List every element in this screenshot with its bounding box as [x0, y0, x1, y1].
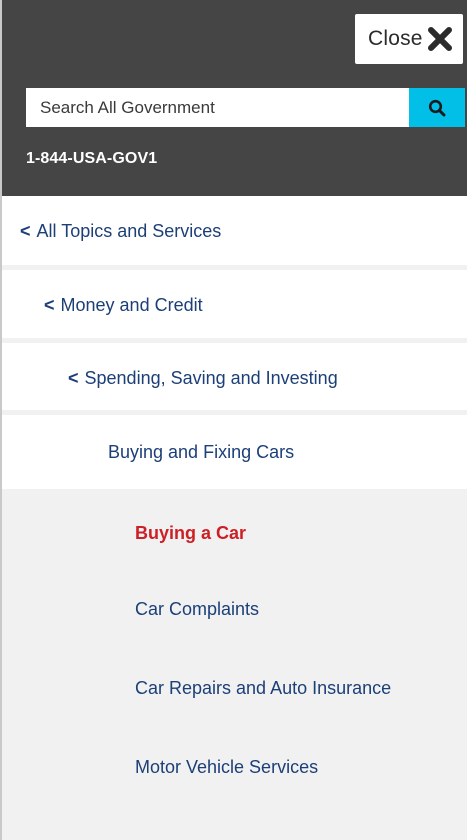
breadcrumb-spending-saving[interactable]: < Spending, Saving and Investing — [2, 343, 467, 413]
mobile-nav-menu: Close 1-844-USA-GOV1 < All Topics and Se… — [0, 0, 467, 840]
breadcrumb-label: Spending, Saving and Investing — [84, 367, 338, 388]
sub-item-list: Buying a Car Car Complaints Car Repairs … — [2, 489, 467, 840]
menu-header: Close 1-844-USA-GOV1 — [2, 0, 467, 196]
breadcrumb-label: All Topics and Services — [36, 220, 222, 241]
close-button[interactable]: Close — [355, 14, 463, 64]
phone-number: 1-844-USA-GOV1 — [26, 150, 158, 167]
back-chevron-icon: < — [44, 294, 55, 315]
close-label: Close — [368, 27, 423, 50]
sub-item-car-repairs[interactable]: Car Repairs and Auto Insurance — [135, 678, 391, 699]
sub-item-buying-a-car[interactable]: Buying a Car — [135, 523, 246, 544]
close-x-icon — [428, 27, 452, 51]
search-icon — [428, 99, 446, 116]
back-chevron-icon: < — [68, 367, 79, 388]
search-form — [26, 88, 465, 127]
breadcrumb-money-and-credit[interactable]: < Money and Credit — [2, 270, 467, 340]
breadcrumb-all-topics[interactable]: < All Topics and Services — [2, 196, 467, 266]
back-chevron-icon: < — [20, 220, 31, 241]
breadcrumb-label: Money and Credit — [60, 294, 203, 315]
sub-item-motor-vehicle-services[interactable]: Motor Vehicle Services — [135, 757, 318, 778]
search-button[interactable] — [409, 88, 465, 127]
sub-item-car-complaints[interactable]: Car Complaints — [135, 599, 259, 620]
current-section-title: Buying and Fixing Cars — [2, 415, 467, 489]
search-input[interactable] — [26, 88, 409, 127]
